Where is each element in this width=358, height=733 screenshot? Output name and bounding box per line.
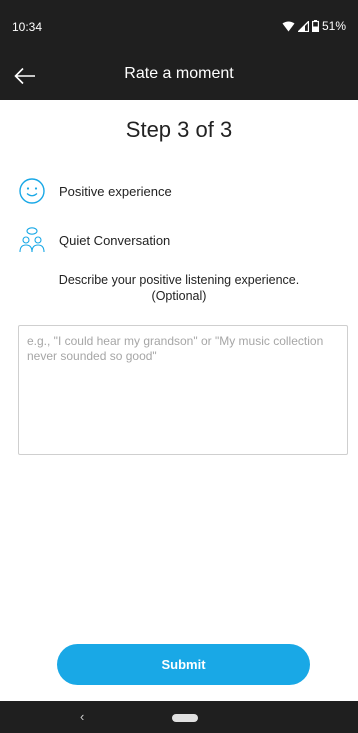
experience-row: Positive experience [17, 176, 172, 206]
app-bar: Rate a moment [0, 52, 358, 100]
experience-label: Positive experience [59, 183, 172, 199]
situation-label: Quiet Conversation [59, 232, 171, 248]
description-prompt: Describe your positive listening experie… [58, 273, 300, 303]
nav-back-icon[interactable]: ‹ [80, 709, 84, 724]
step-indicator: Step 3 of 3 [125, 117, 233, 142]
status-bar: 10:34 51% [0, 0, 358, 52]
battery-percent: 51% [321, 19, 346, 33]
submit-button[interactable]: Submit [57, 644, 310, 685]
signal-icon [297, 20, 309, 32]
experience-text-input[interactable] [18, 325, 348, 455]
status-icons: 51% [282, 19, 346, 33]
status-time: 10:34 [12, 20, 43, 34]
situation-row: Quiet Conversation [17, 225, 170, 255]
battery-icon [311, 20, 319, 32]
page-title: Rate a moment [124, 65, 234, 82]
wifi-icon [282, 21, 295, 31]
nav-home-pill[interactable] [172, 714, 198, 722]
conversation-icon [17, 225, 47, 255]
system-nav-bar: ‹ [0, 701, 358, 733]
smiley-icon [17, 176, 47, 206]
